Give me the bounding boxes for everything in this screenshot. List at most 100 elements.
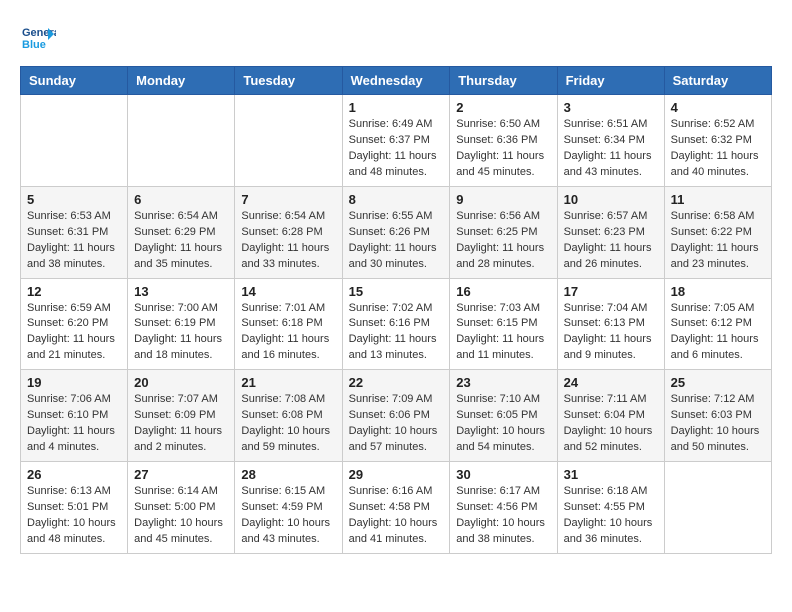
calendar-day-cell: 7 Sunrise: 6:54 AM Sunset: 6:28 PM Daylig… [235,186,342,278]
calendar-week-row: 26 Sunrise: 6:13 AM Sunset: 5:01 PM Dayli… [21,462,772,554]
calendar-week-row: 1 Sunrise: 6:49 AM Sunset: 6:37 PM Daylig… [21,95,772,187]
day-number: 18 [671,284,765,299]
calendar-week-row: 19 Sunrise: 7:06 AM Sunset: 6:10 PM Dayli… [21,370,772,462]
day-number: 6 [134,192,228,207]
day-info: Sunrise: 7:11 AM Sunset: 6:04 PM Dayligh… [564,392,658,456]
calendar-day-cell: 23 Sunrise: 7:10 AM Sunset: 6:05 PM Dayli… [450,370,557,462]
calendar-day-cell [21,95,128,187]
day-number: 20 [134,375,228,390]
calendar-day-cell: 1 Sunrise: 6:49 AM Sunset: 6:37 PM Daylig… [342,95,450,187]
day-info: Sunrise: 6:57 AM Sunset: 6:23 PM Dayligh… [564,209,658,273]
calendar-day-cell: 8Sunrise: 6:55 AM Sunset: 6:26 PM Daylig… [342,186,450,278]
day-info: Sunrise: 6:54 AM Sunset: 6:28 PM Dayligh… [241,209,335,273]
day-info: Sunrise: 6:56 AM Sunset: 6:25 PM Dayligh… [456,209,550,273]
day-info: Sunrise: 6:50 AM Sunset: 6:36 PM Dayligh… [456,117,550,181]
day-info: Sunrise: 6:13 AM Sunset: 5:01 PM Dayligh… [27,484,121,548]
day-number: 16 [456,284,550,299]
calendar-day-cell: 29Sunrise: 6:16 AM Sunset: 4:58 PM Dayli… [342,462,450,554]
day-number: 3 [564,100,658,115]
day-info: Sunrise: 7:12 AM Sunset: 6:03 PM Dayligh… [671,392,765,456]
day-number: 15 [349,284,444,299]
day-number: 13 [134,284,228,299]
day-info: Sunrise: 7:03 AM Sunset: 6:15 PM Dayligh… [456,301,550,365]
day-number: 9 [456,192,550,207]
logo-icon: General Blue [20,20,56,56]
day-info: Sunrise: 6:49 AM Sunset: 6:37 PM Dayligh… [349,117,444,181]
day-info: Sunrise: 6:14 AM Sunset: 5:00 PM Dayligh… [134,484,228,548]
day-number: 24 [564,375,658,390]
calendar-week-row: 5Sunrise: 6:53 AM Sunset: 6:31 PM Daylig… [21,186,772,278]
day-number: 23 [456,375,550,390]
page-header: General Blue [20,20,772,56]
weekday-header-row: SundayMondayTuesdayWednesdayThursdayFrid… [21,67,772,95]
day-info: Sunrise: 6:15 AM Sunset: 4:59 PM Dayligh… [241,484,335,548]
day-info: Sunrise: 7:05 AM Sunset: 6:12 PM Dayligh… [671,301,765,365]
calendar-day-cell: 20 Sunrise: 7:07 AM Sunset: 6:09 PM Dayli… [128,370,235,462]
weekday-header-thursday: Thursday [450,67,557,95]
day-info: Sunrise: 6:58 AM Sunset: 6:22 PM Dayligh… [671,209,765,273]
day-info: Sunrise: 6:54 AM Sunset: 6:29 PM Dayligh… [134,209,228,273]
calendar-day-cell: 15 Sunrise: 7:02 AM Sunset: 6:16 PM Dayli… [342,278,450,370]
day-info: Sunrise: 6:59 AM Sunset: 6:20 PM Dayligh… [27,301,121,365]
weekday-header-monday: Monday [128,67,235,95]
calendar-day-cell: 31Sunrise: 6:18 AM Sunset: 4:55 PM Dayli… [557,462,664,554]
weekday-header-wednesday: Wednesday [342,67,450,95]
day-info: Sunrise: 7:02 AM Sunset: 6:16 PM Dayligh… [349,301,444,365]
calendar-day-cell: 24 Sunrise: 7:11 AM Sunset: 6:04 PM Dayli… [557,370,664,462]
calendar-day-cell: 12 Sunrise: 6:59 AM Sunset: 6:20 PM Dayli… [21,278,128,370]
calendar-day-cell [664,462,771,554]
calendar-day-cell: 18 Sunrise: 7:05 AM Sunset: 6:12 PM Dayli… [664,278,771,370]
day-number: 1 [349,100,444,115]
weekday-header-friday: Friday [557,67,664,95]
day-number: 27 [134,467,228,482]
calendar-day-cell [128,95,235,187]
calendar-day-cell: 25 Sunrise: 7:12 AM Sunset: 6:03 PM Dayli… [664,370,771,462]
calendar-day-cell: 3 Sunrise: 6:51 AM Sunset: 6:34 PM Daylig… [557,95,664,187]
calendar-day-cell: 27 Sunrise: 6:14 AM Sunset: 5:00 PM Dayli… [128,462,235,554]
calendar-week-row: 12 Sunrise: 6:59 AM Sunset: 6:20 PM Dayli… [21,278,772,370]
day-number: 28 [241,467,335,482]
calendar-day-cell: 13 Sunrise: 7:00 AM Sunset: 6:19 PM Dayli… [128,278,235,370]
calendar-day-cell: 30 Sunrise: 6:17 AM Sunset: 4:56 PM Dayli… [450,462,557,554]
calendar-day-cell [235,95,342,187]
calendar-day-cell: 14 Sunrise: 7:01 AM Sunset: 6:18 PM Dayli… [235,278,342,370]
calendar-day-cell: 19 Sunrise: 7:06 AM Sunset: 6:10 PM Dayli… [21,370,128,462]
weekday-header-sunday: Sunday [21,67,128,95]
day-number: 7 [241,192,335,207]
day-info: Sunrise: 7:08 AM Sunset: 6:08 PM Dayligh… [241,392,335,456]
day-info: Sunrise: 7:04 AM Sunset: 6:13 PM Dayligh… [564,301,658,365]
calendar-day-cell: 4 Sunrise: 6:52 AM Sunset: 6:32 PM Daylig… [664,95,771,187]
day-info: Sunrise: 6:17 AM Sunset: 4:56 PM Dayligh… [456,484,550,548]
calendar-day-cell: 21 Sunrise: 7:08 AM Sunset: 6:08 PM Dayli… [235,370,342,462]
day-number: 12 [27,284,121,299]
day-number: 4 [671,100,765,115]
day-info: Sunrise: 7:09 AM Sunset: 6:06 PM Dayligh… [349,392,444,456]
day-number: 10 [564,192,658,207]
weekday-header-saturday: Saturday [664,67,771,95]
day-number: 8 [349,192,444,207]
logo: General Blue [20,20,60,56]
day-number: 26 [27,467,121,482]
day-info: Sunrise: 6:51 AM Sunset: 6:34 PM Dayligh… [564,117,658,181]
day-number: 2 [456,100,550,115]
day-number: 14 [241,284,335,299]
calendar-day-cell: 10 Sunrise: 6:57 AM Sunset: 6:23 PM Dayli… [557,186,664,278]
day-number: 11 [671,192,765,207]
day-info: Sunrise: 7:06 AM Sunset: 6:10 PM Dayligh… [27,392,121,456]
calendar-day-cell: 11 Sunrise: 6:58 AM Sunset: 6:22 PM Dayli… [664,186,771,278]
day-info: Sunrise: 7:01 AM Sunset: 6:18 PM Dayligh… [241,301,335,365]
day-number: 5 [27,192,121,207]
day-info: Sunrise: 7:07 AM Sunset: 6:09 PM Dayligh… [134,392,228,456]
calendar-day-cell: 9 Sunrise: 6:56 AM Sunset: 6:25 PM Daylig… [450,186,557,278]
day-info: Sunrise: 7:10 AM Sunset: 6:05 PM Dayligh… [456,392,550,456]
calendar-day-cell: 5Sunrise: 6:53 AM Sunset: 6:31 PM Daylig… [21,186,128,278]
day-number: 30 [456,467,550,482]
day-number: 21 [241,375,335,390]
calendar-day-cell: 2 Sunrise: 6:50 AM Sunset: 6:36 PM Daylig… [450,95,557,187]
day-info: Sunrise: 6:52 AM Sunset: 6:32 PM Dayligh… [671,117,765,181]
day-info: Sunrise: 7:00 AM Sunset: 6:19 PM Dayligh… [134,301,228,365]
svg-text:Blue: Blue [22,39,46,51]
day-number: 19 [27,375,121,390]
calendar-day-cell: 17Sunrise: 7:04 AM Sunset: 6:13 PM Dayli… [557,278,664,370]
day-number: 25 [671,375,765,390]
